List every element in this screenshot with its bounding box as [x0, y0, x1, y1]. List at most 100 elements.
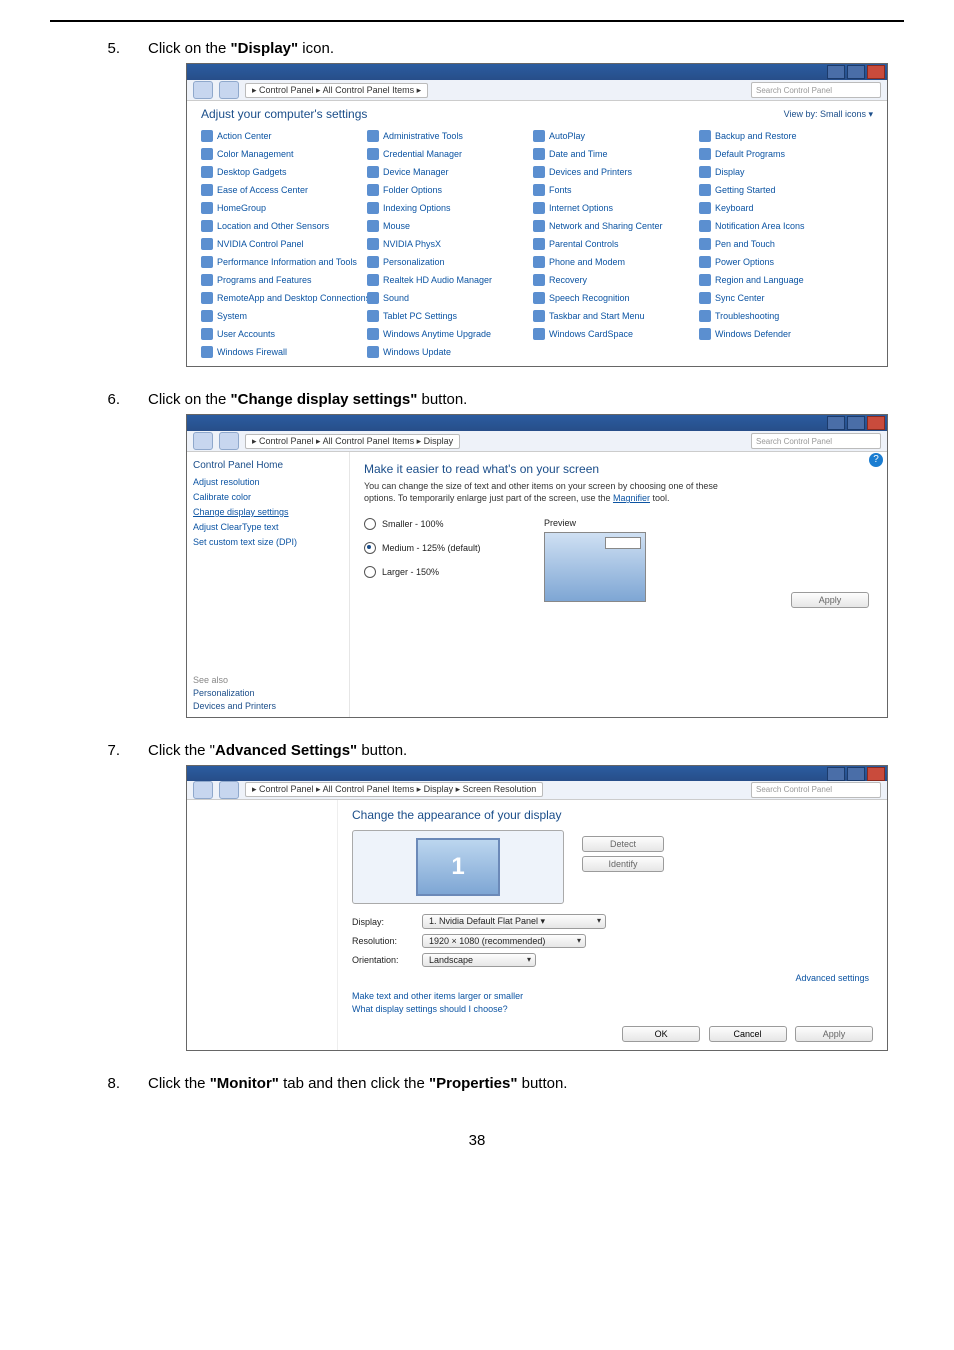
control-panel-item[interactable]: User Accounts — [201, 327, 367, 340]
radio-larger[interactable]: Larger - 150% — [364, 566, 544, 578]
radio-medium[interactable]: Medium - 125% (default) — [364, 542, 544, 554]
control-panel-item[interactable]: Taskbar and Start Menu — [533, 309, 699, 322]
control-panel-item[interactable]: Troubleshooting — [699, 309, 865, 322]
control-panel-item[interactable]: Region and Language — [699, 273, 865, 286]
control-panel-item[interactable]: Network and Sharing Center — [533, 219, 699, 232]
detect-button[interactable]: Detect — [582, 836, 664, 852]
identify-button[interactable]: Identify — [582, 856, 664, 872]
control-panel-item[interactable]: Windows Update — [367, 345, 533, 358]
close-icon[interactable] — [867, 416, 885, 430]
display-select[interactable]: 1. Nvidia Default Flat Panel ▾ — [422, 914, 606, 929]
control-panel-item[interactable]: Windows CardSpace — [533, 327, 699, 340]
link-which-settings[interactable]: What display settings should I choose? — [352, 1004, 873, 1014]
link-make-text-larger[interactable]: Make text and other items larger or smal… — [352, 991, 873, 1001]
control-panel-item[interactable]: HomeGroup — [201, 201, 367, 214]
control-panel-item[interactable]: Parental Controls — [533, 237, 699, 250]
magnifier-link[interactable]: Magnifier — [613, 493, 650, 503]
control-panel-item[interactable]: Device Manager — [367, 165, 533, 178]
ok-button[interactable]: OK — [622, 1026, 700, 1042]
control-panel-item[interactable]: Programs and Features — [201, 273, 367, 286]
control-panel-item[interactable]: Credential Manager — [367, 147, 533, 160]
control-panel-item[interactable]: Tablet PC Settings — [367, 309, 533, 322]
control-panel-item[interactable]: Desktop Gadgets — [201, 165, 367, 178]
view-by-select[interactable]: View by: Small icons ▾ — [784, 109, 873, 120]
search-input[interactable]: Search Control Panel — [751, 433, 881, 449]
control-panel-item[interactable]: Internet Options — [533, 201, 699, 214]
apply-button[interactable]: Apply — [795, 1026, 873, 1042]
control-panel-item[interactable]: AutoPlay — [533, 129, 699, 142]
sidebar-link-custom-dpi[interactable]: Set custom text size (DPI) — [193, 537, 343, 547]
sidebar-link-cleartype[interactable]: Adjust ClearType text — [193, 522, 343, 532]
control-panel-item[interactable]: Getting Started — [699, 183, 865, 196]
control-panel-item[interactable]: Personalization — [367, 255, 533, 268]
nav-forward-icon[interactable] — [219, 81, 239, 99]
control-panel-item[interactable]: Color Management — [201, 147, 367, 160]
control-panel-item[interactable]: Notification Area Icons — [699, 219, 865, 232]
minimize-icon[interactable] — [827, 416, 845, 430]
control-panel-item[interactable]: Administrative Tools — [367, 129, 533, 142]
close-icon[interactable] — [867, 65, 885, 79]
maximize-icon[interactable] — [847, 767, 865, 781]
control-panel-item[interactable]: Indexing Options — [367, 201, 533, 214]
control-panel-item[interactable]: Speech Recognition — [533, 291, 699, 304]
cancel-button[interactable]: Cancel — [709, 1026, 787, 1042]
sidebar-link-adjust-resolution[interactable]: Adjust resolution — [193, 477, 343, 487]
radio-smaller[interactable]: Smaller - 100% — [364, 518, 544, 530]
search-input[interactable]: Search Control Panel — [751, 782, 881, 798]
control-panel-item[interactable]: Sync Center — [699, 291, 865, 304]
control-panel-item[interactable] — [699, 345, 865, 358]
item-label: Administrative Tools — [383, 131, 463, 141]
control-panel-item[interactable]: Phone and Modem — [533, 255, 699, 268]
control-panel-item[interactable]: Power Options — [699, 255, 865, 268]
control-panel-item[interactable] — [533, 345, 699, 358]
control-panel-item[interactable]: Location and Other Sensors — [201, 219, 367, 232]
apply-button[interactable]: Apply — [791, 592, 869, 608]
control-panel-item[interactable]: Fonts — [533, 183, 699, 196]
control-panel-item[interactable]: Realtek HD Audio Manager — [367, 273, 533, 286]
close-icon[interactable] — [867, 767, 885, 781]
resolution-select[interactable]: 1920 × 1080 (recommended) — [422, 934, 586, 948]
control-panel-item[interactable]: Performance Information and Tools — [201, 255, 367, 268]
sidebar-link-personalization[interactable]: Personalization — [193, 688, 276, 698]
control-panel-item[interactable]: Ease of Access Center — [201, 183, 367, 196]
control-panel-item[interactable]: Mouse — [367, 219, 533, 232]
nav-back-icon[interactable] — [193, 432, 213, 450]
control-panel-item[interactable]: Date and Time — [533, 147, 699, 160]
monitor-preview-box[interactable]: 1 — [352, 830, 564, 904]
nav-forward-icon[interactable] — [219, 432, 239, 450]
control-panel-item[interactable]: NVIDIA PhysX — [367, 237, 533, 250]
control-panel-item[interactable]: Windows Anytime Upgrade — [367, 327, 533, 340]
control-panel-item[interactable]: System — [201, 309, 367, 322]
control-panel-item[interactable]: Windows Defender — [699, 327, 865, 340]
control-panel-item[interactable]: RemoteApp and Desktop Connections — [201, 291, 367, 304]
sidebar-home-link[interactable]: Control Panel Home — [193, 460, 343, 471]
minimize-icon[interactable] — [827, 767, 845, 781]
orientation-select[interactable]: Landscape — [422, 953, 536, 967]
control-panel-item[interactable]: NVIDIA Control Panel — [201, 237, 367, 250]
control-panel-item[interactable]: Keyboard — [699, 201, 865, 214]
control-panel-item[interactable]: Sound — [367, 291, 533, 304]
sidebar-link-calibrate-color[interactable]: Calibrate color — [193, 492, 343, 502]
control-panel-item[interactable]: Default Programs — [699, 147, 865, 160]
minimize-icon[interactable] — [827, 65, 845, 79]
control-panel-item[interactable]: Display — [699, 165, 865, 178]
maximize-icon[interactable] — [847, 65, 865, 79]
control-panel-item[interactable]: Action Center — [201, 129, 367, 142]
sidebar-link-change-display-settings[interactable]: Change display settings — [193, 507, 343, 517]
nav-forward-icon[interactable] — [219, 781, 239, 799]
advanced-settings-link[interactable]: Advanced settings — [352, 973, 869, 983]
nav-back-icon[interactable] — [193, 81, 213, 99]
control-panel-item[interactable]: Recovery — [533, 273, 699, 286]
breadcrumb[interactable]: ▸ Control Panel ▸ All Control Panel Item… — [245, 434, 460, 449]
control-panel-item[interactable]: Pen and Touch — [699, 237, 865, 250]
control-panel-item[interactable]: Folder Options — [367, 183, 533, 196]
breadcrumb[interactable]: ▸ Control Panel ▸ All Control Panel Item… — [245, 83, 428, 98]
sidebar-link-devices-printers[interactable]: Devices and Printers — [193, 701, 276, 711]
control-panel-item[interactable]: Backup and Restore — [699, 129, 865, 142]
maximize-icon[interactable] — [847, 416, 865, 430]
search-input[interactable]: Search Control Panel — [751, 82, 881, 98]
control-panel-item[interactable]: Devices and Printers — [533, 165, 699, 178]
control-panel-item[interactable]: Windows Firewall — [201, 345, 367, 358]
nav-back-icon[interactable] — [193, 781, 213, 799]
breadcrumb[interactable]: ▸ Control Panel ▸ All Control Panel Item… — [245, 782, 543, 797]
